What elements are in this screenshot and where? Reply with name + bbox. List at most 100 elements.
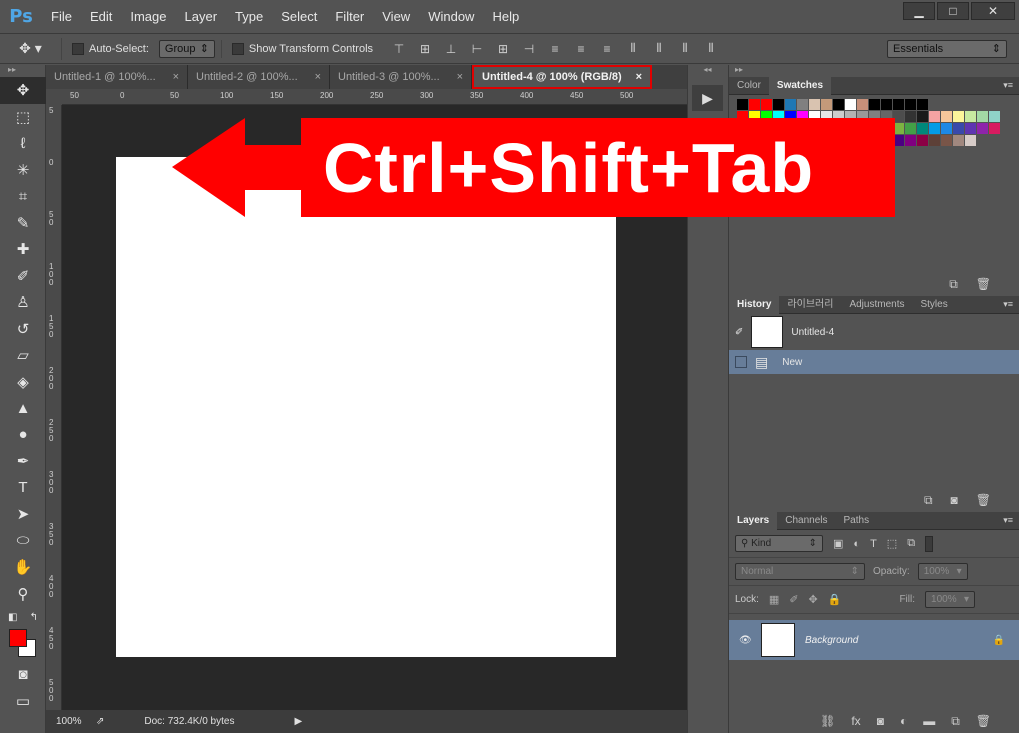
tab-layers[interactable]: Layers (729, 511, 778, 530)
color-swatch[interactable] (881, 99, 892, 110)
color-swatch[interactable] (929, 111, 940, 122)
history-snapshot[interactable]: ✐ Untitled-4 (729, 314, 1019, 350)
tab-libraries[interactable]: 라이브러리 (779, 296, 841, 314)
dodge-tool-icon[interactable]: ● (0, 422, 46, 449)
color-swatch[interactable] (905, 135, 916, 146)
color-swatch[interactable] (749, 99, 760, 110)
lock-image-icon[interactable]: ✐ (789, 593, 798, 606)
camera-icon[interactable]: ◙ (951, 493, 958, 508)
panel-menu-icon[interactable]: ▾≡ (1003, 515, 1019, 526)
workspace-dropdown[interactable]: Essentials ⇕ (887, 39, 1007, 58)
color-swatch[interactable] (941, 135, 952, 146)
history-brush-source-icon[interactable]: ✐ (735, 327, 743, 338)
color-swatch[interactable] (809, 99, 820, 110)
color-swatch[interactable] (905, 111, 916, 122)
color-swatch[interactable] (929, 135, 940, 146)
new-group-icon[interactable]: ▬ (923, 714, 935, 729)
color-swatch[interactable] (965, 135, 976, 146)
layer-style-icon[interactable]: fx (851, 714, 860, 729)
menu-image[interactable]: Image (121, 0, 175, 33)
color-swatch[interactable] (977, 111, 988, 122)
color-swatch[interactable] (857, 99, 868, 110)
close-icon[interactable]: × (173, 71, 179, 83)
zoom-level[interactable]: 100% (56, 716, 90, 727)
default-colors-icon[interactable]: ◧ (8, 612, 17, 623)
pen-tool-icon[interactable]: ✒ (0, 448, 46, 475)
document-canvas[interactable] (116, 157, 616, 657)
menu-select[interactable]: Select (272, 0, 326, 33)
distribute-vcenter-icon[interactable]: ≡ (573, 41, 589, 57)
eraser-tool-icon[interactable]: ▱ (0, 342, 46, 369)
menu-help[interactable]: Help (483, 0, 528, 33)
color-swatch[interactable] (953, 135, 964, 146)
color-swatch[interactable] (833, 99, 844, 110)
move-tool-preset-icon[interactable]: ✥ ▾ (0, 37, 62, 60)
link-layers-icon[interactable]: ⛓ (820, 714, 835, 729)
align-bottom-icon[interactable]: ⊥ (443, 41, 459, 57)
lock-all-icon[interactable]: 🔒 (828, 593, 842, 606)
screen-mode-icon[interactable]: ▭ (0, 688, 46, 715)
align-hcenter-icon[interactable]: ⊞ (495, 41, 511, 57)
magic-wand-tool-icon[interactable]: ✳ (0, 157, 46, 184)
color-swatch[interactable] (941, 123, 952, 134)
menu-file[interactable]: File (42, 0, 81, 33)
color-swatch[interactable] (797, 99, 808, 110)
color-swatch[interactable] (893, 99, 904, 110)
tab-history[interactable]: History (729, 295, 780, 314)
color-swatch[interactable] (917, 111, 928, 122)
color-swatch[interactable] (941, 111, 952, 122)
color-swatch[interactable] (917, 135, 928, 146)
menu-type[interactable]: Type (226, 0, 272, 33)
history-step[interactable]: ▤ New (729, 350, 1019, 374)
fill-field[interactable]: 100% ▾ (925, 591, 976, 608)
distribute-hcenter-icon[interactable]: ⦀ (651, 41, 667, 57)
clone-stamp-tool-icon[interactable]: ♙ (0, 289, 46, 316)
close-icon[interactable]: × (315, 71, 321, 83)
lock-transparent-icon[interactable]: ▦ (769, 593, 779, 606)
healing-brush-tool-icon[interactable]: ✚ (0, 236, 46, 263)
menu-edit[interactable]: Edit (81, 0, 121, 33)
blur-tool-icon[interactable]: ▲ (0, 395, 46, 422)
panel-menu-icon[interactable]: ▾≡ (1003, 299, 1019, 310)
filter-smart-object-icon[interactable]: ⧉ (907, 537, 915, 550)
color-swatch[interactable] (737, 99, 748, 110)
status-menu-icon[interactable]: ▶ (294, 716, 302, 727)
filter-toggle[interactable] (925, 535, 934, 552)
tab-untitled-3[interactable]: Untitled-3 @ 100%... × (330, 65, 472, 89)
tab-styles[interactable]: Styles (912, 296, 955, 314)
tab-paths[interactable]: Paths (836, 512, 878, 530)
paint-bucket-tool-icon[interactable]: ◈ (0, 369, 46, 396)
color-swatch[interactable] (965, 111, 976, 122)
auto-align-icon[interactable]: ⫴ (703, 41, 719, 57)
close-icon[interactable]: × (457, 71, 463, 83)
align-left-icon[interactable]: ⊢ (469, 41, 485, 57)
brush-tool-icon[interactable]: ✐ (0, 263, 46, 290)
foreground-color-swatch[interactable] (9, 629, 27, 647)
color-swatch[interactable] (953, 111, 964, 122)
color-swatch[interactable] (953, 123, 964, 134)
tab-untitled-1[interactable]: Untitled-1 @ 100%... × (46, 65, 188, 89)
color-swatch[interactable] (785, 99, 796, 110)
filter-pixel-icon[interactable]: ▣ (833, 537, 843, 550)
layer-mask-icon[interactable]: ◙ (877, 714, 884, 729)
opacity-field[interactable]: 100% ▾ (917, 563, 968, 580)
auto-select-dropdown[interactable]: Group ⇕ (158, 39, 215, 58)
align-right-icon[interactable]: ⊣ (521, 41, 537, 57)
actions-panel-icon[interactable]: ▶ (692, 85, 723, 111)
type-tool-icon[interactable]: T (0, 475, 46, 502)
filter-kind-dropdown[interactable]: ⚲ Kind ⇕ (735, 535, 823, 552)
color-swatch[interactable] (905, 99, 916, 110)
color-swatch[interactable] (977, 123, 988, 134)
lasso-tool-icon[interactable]: ℓ (0, 130, 46, 157)
tab-untitled-4[interactable]: Untitled-4 @ 100% (RGB/8) × (472, 65, 652, 89)
distribute-bottom-icon[interactable]: ≡ (599, 41, 615, 57)
filter-shape-icon[interactable]: ⬚ (887, 537, 897, 550)
menu-window[interactable]: Window (419, 0, 483, 33)
new-swatch-icon[interactable]: ⧉ (949, 277, 958, 292)
color-swatch[interactable] (989, 123, 1000, 134)
distribute-top-icon[interactable]: ≡ (547, 41, 563, 57)
hand-tool-icon[interactable]: ✋ (0, 554, 46, 581)
visibility-eye-icon[interactable]: 👁 (739, 635, 761, 646)
align-vcenter-icon[interactable]: ⊞ (417, 41, 433, 57)
tab-color[interactable]: Color (729, 77, 769, 95)
